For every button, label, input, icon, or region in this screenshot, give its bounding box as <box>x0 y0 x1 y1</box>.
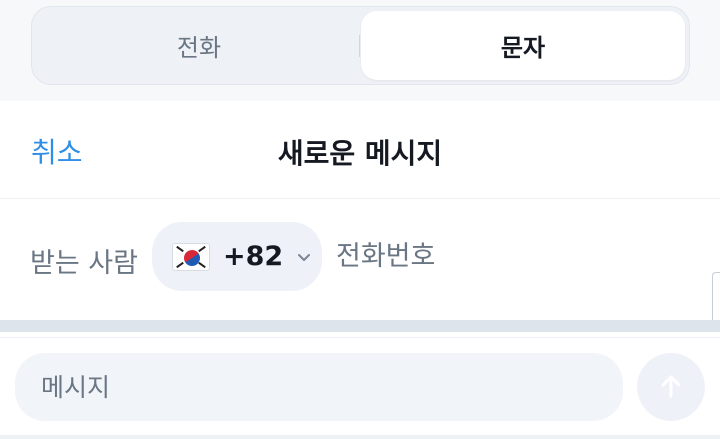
message-input[interactable] <box>15 353 623 421</box>
call-sms-segmented-control: 전화 문자 <box>31 6 690 85</box>
south-korea-flag-icon <box>172 242 210 271</box>
recipient-label: 받는 사람 <box>30 248 138 279</box>
send-button[interactable] <box>637 353 705 421</box>
mode-switch-area: 전화 문자 <box>0 0 720 101</box>
phone-number-input[interactable] <box>336 225 696 287</box>
section-divider <box>0 320 720 332</box>
country-code-selector[interactable]: +82 <box>152 222 322 291</box>
chevron-down-icon <box>295 248 313 266</box>
tab-sms-label: 문자 <box>500 34 546 62</box>
tab-sms[interactable]: 문자 <box>361 11 685 80</box>
cancel-button[interactable]: 취소 <box>31 131 83 171</box>
tab-call-label: 전화 <box>176 34 222 62</box>
message-composer <box>0 337 720 439</box>
segment-divider <box>359 35 360 57</box>
country-code: +82 <box>223 241 284 272</box>
bottom-divider <box>0 435 720 439</box>
tab-call[interactable]: 전화 <box>36 11 362 80</box>
recipient-row: 받는 사람 +82 <box>0 199 720 315</box>
side-edge-handle <box>712 272 720 324</box>
message-header: 취소 새로운 메시지 <box>0 101 720 199</box>
arrow-up-icon <box>654 369 688 406</box>
page-title: 새로운 메시지 <box>277 137 443 170</box>
new-message-screen: 전화 문자 취소 새로운 메시지 받는 사람 +82 <box>0 0 720 439</box>
